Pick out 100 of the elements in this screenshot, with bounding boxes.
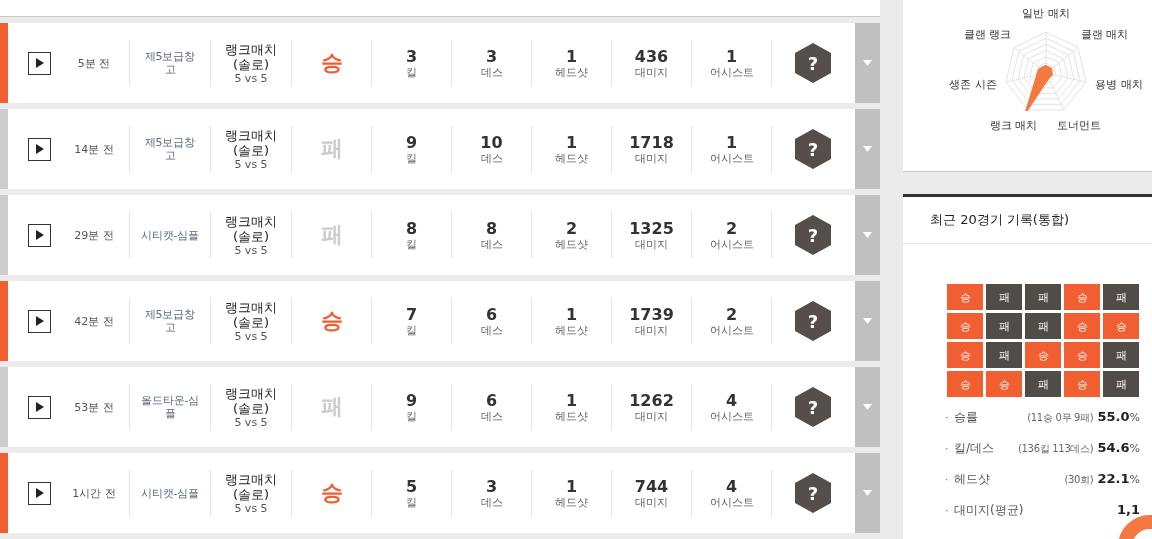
match-result: 승 [320, 307, 343, 335]
result-cell: 패 [1103, 284, 1139, 310]
stat-detail: (30회) [1064, 473, 1094, 487]
match-mode-type: (솔로) [232, 400, 270, 416]
radar-label: 일반 매치 [1022, 5, 1070, 21]
stat-label: 헤드샷 [555, 65, 588, 79]
match-time: 53분 전 [74, 400, 114, 414]
match-time: 29분 전 [74, 228, 114, 242]
stat-value: 6 [485, 305, 498, 324]
caret-icon [863, 490, 872, 496]
result-cell: 패 [986, 342, 1022, 368]
rank-badge: ? [795, 215, 831, 255]
stat-value: 1718 [629, 133, 674, 152]
stat-label: 데스 [480, 237, 503, 251]
stat-value: 6 [485, 391, 498, 410]
stat-value: 10 [480, 133, 503, 152]
stat-value: 4 [725, 477, 738, 496]
match-mode-type: (솔로) [232, 486, 270, 502]
rank-badge: ? [795, 43, 831, 83]
match-result: 승 [320, 49, 343, 77]
caret-icon [863, 232, 872, 238]
result-cell: 승 [1064, 342, 1100, 368]
stat-value: 436 [634, 47, 669, 66]
match-time: 14분 전 [74, 142, 114, 156]
radar-label: 용병 매치 [1095, 76, 1143, 92]
stat-label: 대미지 [635, 65, 668, 79]
stat-label: 헤드샷 [555, 495, 588, 509]
result-cell: 패 [1025, 313, 1061, 339]
stat-value: 1 [565, 305, 578, 324]
map-name: 올드타운-심플 [140, 394, 200, 420]
stat-label: 헤드샷 [555, 323, 588, 337]
stat-value: 3 [405, 47, 418, 66]
team-size: 5 vs 5 [234, 243, 268, 257]
stat-label: 대미지 [635, 237, 668, 251]
stat-value: 8 [405, 219, 418, 238]
match-mode: 랭크매치 [225, 127, 277, 143]
stat-label: 데스 [480, 151, 503, 165]
stat-label: 킬/데스 [954, 440, 995, 457]
match-time: 42분 전 [74, 314, 114, 328]
stat-detail: (11승 0무 9패) [1027, 411, 1094, 425]
team-size: 5 vs 5 [234, 157, 268, 171]
play-icon [35, 316, 44, 326]
rank-badge: ? [795, 473, 831, 513]
map-name: 제5보급창고 [143, 136, 197, 162]
stat-value: 2 [725, 305, 738, 324]
match-mode: 랭크매치 [225, 213, 277, 229]
caret-icon [863, 60, 872, 66]
rank-badge: ? [795, 129, 831, 169]
stat-value: 1 [725, 133, 738, 152]
stat-value: 2 [565, 219, 578, 238]
result-cell: 승 [947, 284, 983, 310]
stat-label: 킬 [406, 323, 417, 337]
result-cell: 승 [947, 342, 983, 368]
stat-label: 데스 [480, 323, 503, 337]
match-result: 승 [320, 479, 343, 507]
result-cell: 승 [1025, 342, 1061, 368]
stat-value: 3 [485, 477, 498, 496]
bullet: · [945, 411, 950, 424]
match-mode-type: (솔로) [232, 142, 270, 158]
result-cell: 패 [1103, 342, 1139, 368]
radar-label: 클랜 랭크 [963, 26, 1012, 42]
result-cell: 승 [1064, 284, 1100, 310]
stat-label: 어시스트 [709, 409, 754, 423]
result-cell: 승 [947, 371, 983, 397]
stat-label: 어시스트 [709, 237, 754, 251]
result-cell: 패 [1025, 371, 1061, 397]
stat-label: 헤드샷 [555, 409, 588, 423]
bullet: · [945, 442, 950, 455]
result-cell: 승 [1064, 371, 1100, 397]
match-mode: 랭크매치 [225, 471, 277, 487]
match-mode: 랭크매치 [225, 41, 277, 57]
stat-label: 승률 [954, 409, 978, 426]
stat-label: 헤드샷 [555, 237, 588, 251]
stat-label: 데스 [480, 65, 503, 79]
stat-label: 킬 [406, 409, 417, 423]
stat-value: 8 [485, 219, 498, 238]
stat-label: 킬 [406, 65, 417, 79]
play-button[interactable] [28, 481, 51, 505]
stat-value: 54.6 [1097, 440, 1130, 455]
radar-label: 랭크 매치 [989, 117, 1038, 133]
caret-icon [863, 146, 872, 152]
rank-badge: ? [795, 387, 831, 427]
play-button[interactable] [28, 51, 51, 75]
stat-value: 1 [565, 47, 578, 66]
stat-label: 킬 [406, 237, 417, 251]
result-cell: 승 [1064, 313, 1100, 339]
team-size: 5 vs 5 [234, 415, 268, 429]
result-cell: 패 [1103, 371, 1139, 397]
stat-label: 헤드샷 [954, 471, 990, 488]
map-name: 시티캣-심플 [140, 486, 200, 500]
radar-label: 토너먼트 [1056, 117, 1101, 133]
play-button[interactable] [28, 223, 51, 247]
stat-label: 대미지 [635, 151, 668, 165]
match-mode-type: (솔로) [232, 228, 270, 244]
play-button[interactable] [28, 309, 51, 333]
unit: % [1129, 473, 1140, 486]
play-button[interactable] [28, 137, 51, 161]
play-button[interactable] [28, 395, 51, 419]
radar-label: 생존 시즌 [949, 76, 997, 92]
result-cell: 패 [986, 313, 1022, 339]
